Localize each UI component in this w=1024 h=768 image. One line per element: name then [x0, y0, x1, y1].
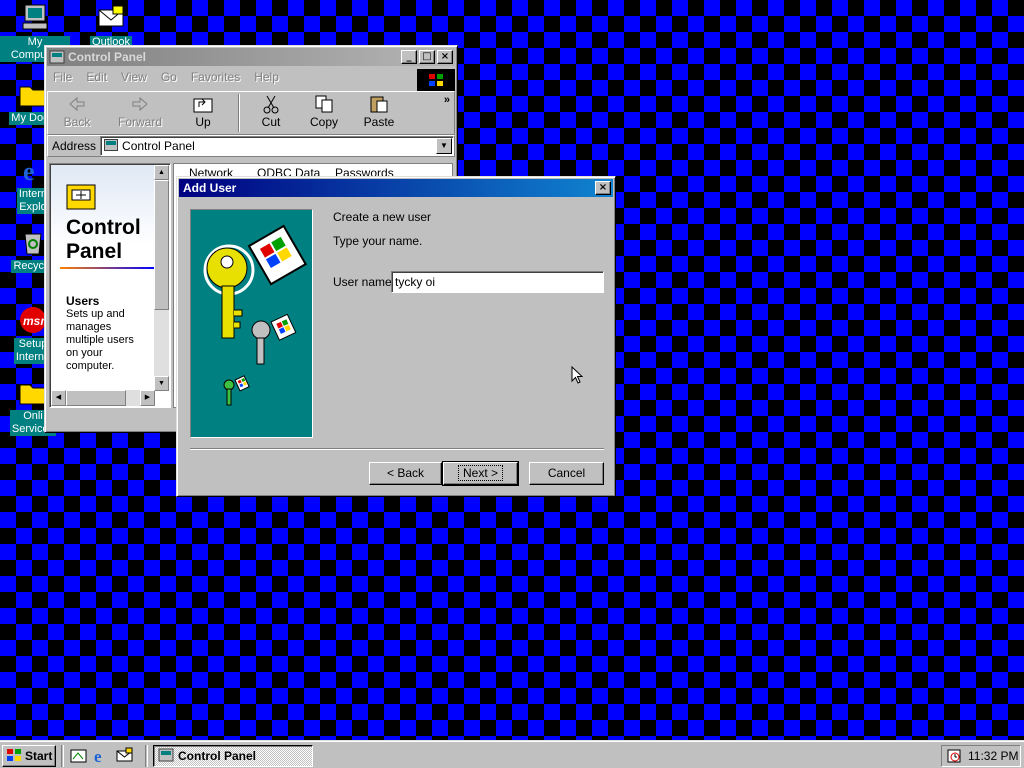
address-value: Control Panel: [122, 139, 195, 153]
system-tray: 11:32 PM: [941, 745, 1021, 767]
taskbar: Start e Control Panel 11:32 PM: [0, 740, 1024, 768]
dialog-close-button[interactable]: ×: [595, 181, 611, 195]
menu-file[interactable]: File: [53, 70, 72, 84]
control-panel-small-icon: [104, 138, 119, 154]
tasks-separator: [145, 745, 148, 767]
menu-favorites[interactable]: Favorites: [191, 70, 240, 84]
mouse-cursor-icon: [571, 365, 584, 388]
web-view-rule: [60, 267, 154, 269]
selected-item-title: Users: [66, 294, 100, 308]
outlook-express-icon[interactable]: [116, 747, 133, 767]
scroll-left-button[interactable]: ◀: [51, 390, 66, 406]
maximize-button[interactable]: □: [419, 50, 435, 64]
control-panel-small-icon: [158, 748, 174, 765]
windows-logo-icon: [6, 748, 22, 765]
desktop-icon-outlook[interactable]: Outlook: [76, 2, 146, 49]
horizontal-scrollbar[interactable]: ◀ ▶: [51, 390, 155, 406]
cut-button[interactable]: Cut: [246, 94, 296, 129]
cancel-button[interactable]: Cancel: [529, 462, 604, 485]
paste-icon: [368, 94, 390, 114]
task-scheduler-icon[interactable]: [946, 747, 962, 766]
control-panel-title: Control Panel: [68, 50, 147, 64]
quick-launch: e: [70, 747, 133, 767]
web-view-panel: Control Panel Users Sets up and manages …: [49, 163, 171, 408]
address-dropdown-button[interactable]: ▼: [436, 138, 452, 154]
add-user-titlebar[interactable]: Add User ×: [179, 179, 613, 197]
control-panel-large-icon: [66, 184, 96, 213]
menu-view[interactable]: View: [121, 70, 147, 84]
scroll-down-button[interactable]: ▼: [154, 376, 169, 391]
up-folder-icon: [192, 94, 214, 114]
address-bar: Address Control Panel ▼: [47, 135, 455, 157]
copy-button[interactable]: Copy: [296, 94, 352, 129]
paste-button[interactable]: Paste: [352, 94, 406, 129]
wizard-illustration: [190, 209, 313, 438]
menubar: File Edit View Go Favorites Help: [47, 68, 415, 86]
scroll-thumb[interactable]: [154, 180, 169, 310]
svg-text:e: e: [23, 157, 35, 186]
add-user-title: Add User: [183, 181, 237, 195]
back-arrow-icon: [66, 94, 88, 114]
close-button[interactable]: ×: [437, 50, 453, 64]
dialog-instruction-1: Create a new user: [333, 210, 432, 224]
outlook-icon: [95, 2, 127, 34]
minimize-button[interactable]: _: [401, 50, 417, 64]
back-button[interactable]: Back: [48, 94, 106, 129]
toolbar-overflow-chevron[interactable]: »: [444, 94, 450, 106]
clock[interactable]: 11:32 PM: [968, 749, 1018, 763]
internet-explorer-icon[interactable]: e: [93, 747, 110, 767]
toolbar: Back Forward Up Cut Copy Paste »: [47, 91, 455, 135]
username-input[interactable]: tycky oi: [391, 271, 604, 293]
menu-go[interactable]: Go: [161, 70, 177, 84]
scroll-h-thumb[interactable]: [66, 390, 126, 406]
control-panel-icon: [49, 50, 65, 64]
vertical-scrollbar[interactable]: ▲ ▼: [154, 165, 169, 391]
keys-illustration-icon: [203, 224, 308, 406]
username-label: User name:: [333, 275, 396, 289]
next-button[interactable]: Next >: [442, 461, 519, 486]
dialog-divider: [190, 448, 604, 450]
menu-edit[interactable]: Edit: [86, 70, 107, 84]
forward-button[interactable]: Forward: [106, 94, 174, 129]
copy-icon: [313, 94, 335, 114]
menu-help[interactable]: Help: [254, 70, 279, 84]
taskbar-control-panel-button[interactable]: Control Panel: [153, 745, 313, 767]
address-label: Address: [52, 139, 97, 153]
show-desktop-icon[interactable]: [70, 747, 87, 767]
selected-item-description: Sets up and manages multiple users on yo…: [66, 308, 134, 372]
toolbar-separator: [238, 94, 240, 132]
add-user-dialog: Add User × Create a new user Type your n…: [176, 176, 616, 497]
dialog-instruction-2: Type your name.: [333, 234, 423, 248]
web-view-heading: Control Panel: [66, 216, 141, 263]
scroll-up-button[interactable]: ▲: [154, 165, 169, 180]
quick-launch-separator: [61, 745, 64, 767]
svg-text:e: e: [94, 747, 102, 764]
up-button[interactable]: Up: [174, 94, 232, 129]
scroll-right-button[interactable]: ▶: [140, 390, 155, 406]
control-panel-titlebar[interactable]: Control Panel _ □ ×: [47, 48, 455, 66]
windows-logo-throbber: [417, 69, 455, 91]
start-button[interactable]: Start: [2, 745, 56, 767]
forward-arrow-icon: [129, 94, 151, 114]
address-combobox[interactable]: Control Panel ▼: [100, 136, 454, 156]
computer-icon: [19, 2, 51, 34]
scissors-icon: [260, 94, 282, 114]
back-wizard-button[interactable]: < Back: [369, 462, 442, 485]
